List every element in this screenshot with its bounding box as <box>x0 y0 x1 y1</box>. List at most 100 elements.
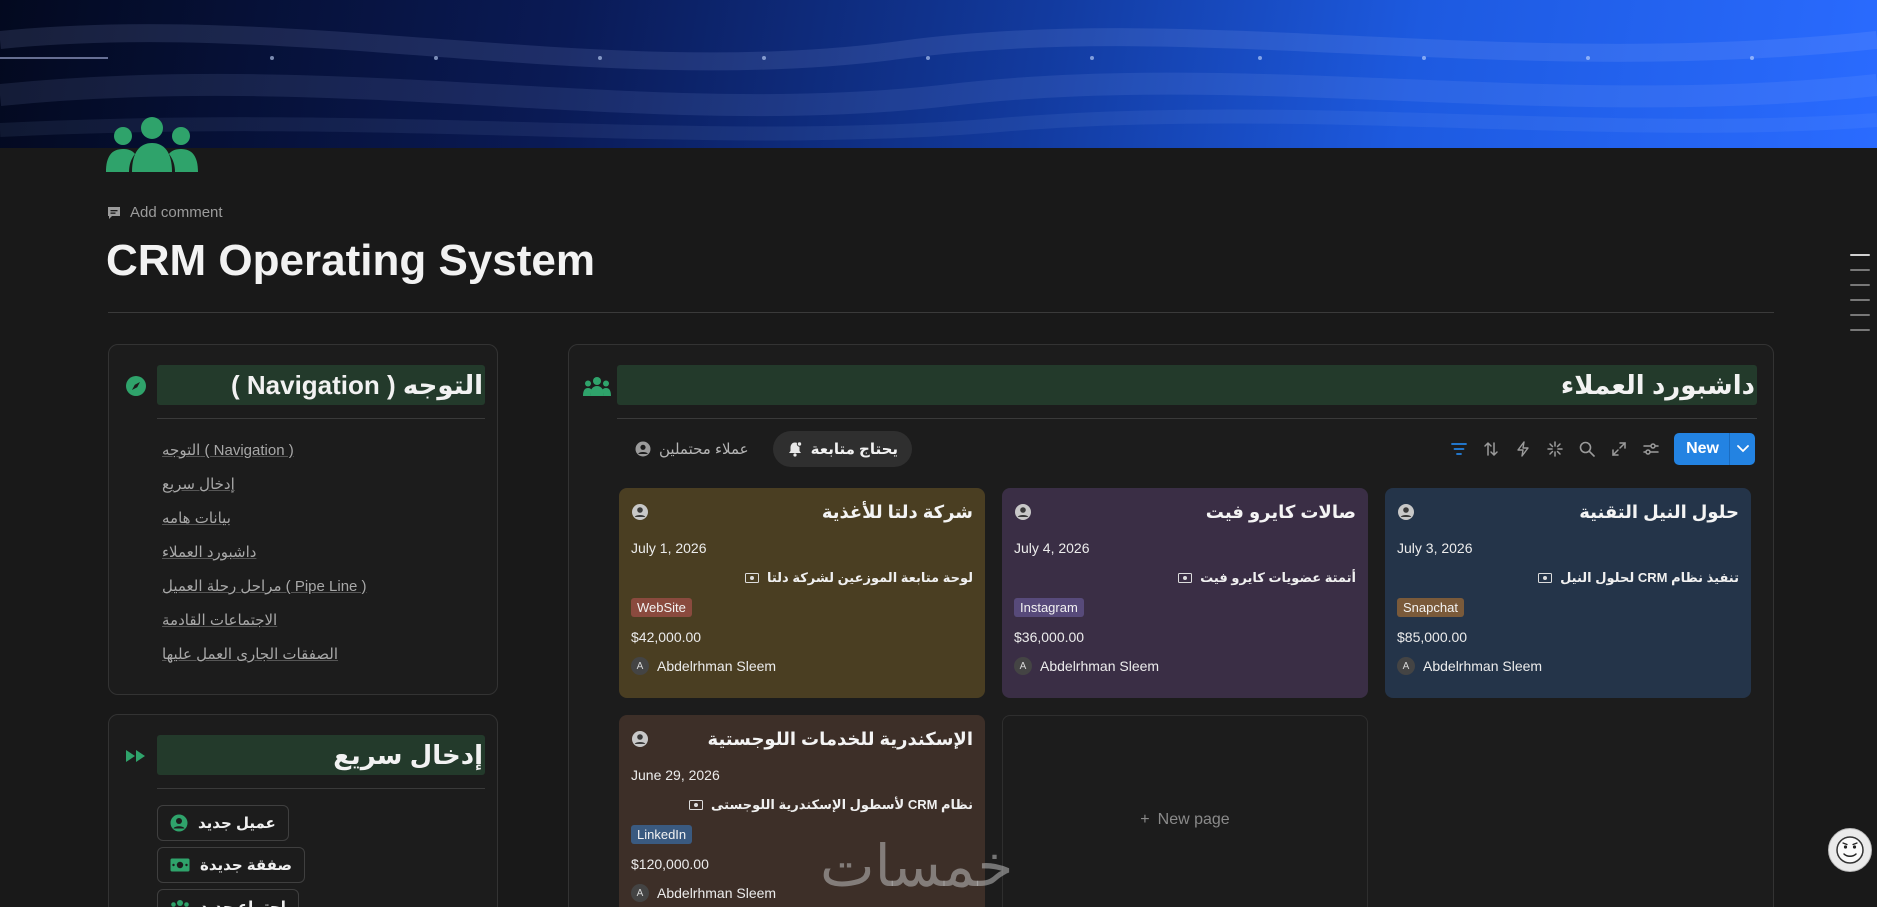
deal-source-tag: Instagram <box>1014 598 1084 617</box>
new-page-button[interactable]: + New page <box>1002 715 1368 907</box>
nav-link-important-data[interactable]: بيانات هامه <box>162 509 367 543</box>
people-group-small-icon <box>583 377 611 396</box>
person-circle-icon <box>1015 504 1031 520</box>
person-circle-icon <box>632 504 648 520</box>
automation-bolt-icon[interactable] <box>1514 440 1532 458</box>
money-icon <box>1538 573 1553 583</box>
deal-title: صالات كايرو فيت <box>1205 501 1356 522</box>
nav-link-quick-entry[interactable]: إدخال سريع <box>162 475 367 509</box>
expand-icon[interactable] <box>1610 440 1628 458</box>
money-icon <box>689 800 704 810</box>
deal-card[interactable]: شركة دلتا للأغذية July 1, 2026 لوحة متاب… <box>619 488 985 698</box>
new-meeting-button[interactable]: اجتماع جديد <box>157 889 299 907</box>
cover-banner <box>0 0 1877 148</box>
person-circle-icon <box>1398 504 1414 520</box>
deal-description: أتمتة عضويات كايرو فيت <box>1200 570 1356 585</box>
deal-title: شركة دلتا للأغذية <box>821 501 973 522</box>
new-deal-button[interactable]: صفقة جديدة <box>157 847 305 883</box>
new-record-button[interactable]: New <box>1674 433 1755 465</box>
navigation-links: التوجه ( Navigation ) إدخال سريع بيانات … <box>162 441 367 679</box>
people-icon <box>171 900 189 907</box>
nav-link-active-deals[interactable]: الصفقات الجارى العمل عليها <box>162 645 367 679</box>
new-deal-label: صفقة جديدة <box>200 857 292 874</box>
notion-page: Add comment CRM Operating System التوجه … <box>0 0 1877 907</box>
deal-date: July 1, 2026 <box>631 540 707 556</box>
page-outline[interactable] <box>1850 254 1870 344</box>
deal-owner: Abdelrhman Sleem <box>1040 658 1160 674</box>
new-client-label: عميل جديد <box>198 815 276 832</box>
ai-sparkle-icon[interactable] <box>1546 440 1564 458</box>
deal-title: حلول النيل التقنية <box>1579 501 1739 522</box>
nav-link-clients-dashboard[interactable]: داشبورد العملاء <box>162 543 367 577</box>
dashboard-heading[interactable]: داشبورد العملاء <box>617 365 1757 405</box>
database-toolbar: New <box>1450 433 1755 465</box>
quick-entry-buttons: عميل جديد صفقة جديدة اجتماع جديد <box>157 805 305 907</box>
settings-sliders-icon[interactable] <box>1642 440 1660 458</box>
deal-description: لوحة متابعة الموزعين لشركة دلتا <box>766 570 973 585</box>
navigation-callout: التوجه ( Navigation ) التوجه ( Navigatio… <box>108 344 498 695</box>
compass-icon <box>126 376 146 396</box>
sort-icon[interactable] <box>1482 440 1500 458</box>
deal-owner: Abdelrhman Sleem <box>657 885 777 901</box>
avatar: A <box>1397 657 1415 675</box>
title-divider <box>108 312 1774 313</box>
deal-description: تنفيذ نظام CRM لحلول النيل <box>1560 570 1739 585</box>
tab-potential-clients[interactable]: عملاء محتملين <box>621 431 763 467</box>
deal-date: July 4, 2026 <box>1014 540 1090 556</box>
page-title[interactable]: CRM Operating System <box>106 236 595 286</box>
avatar: A <box>631 657 649 675</box>
deal-amount: $42,000.00 <box>631 629 702 645</box>
person-circle-icon <box>170 814 188 832</box>
tab-potential-clients-label: عملاء محتملين <box>659 441 749 458</box>
comment-icon <box>108 206 120 219</box>
deal-description: نظام CRM لأسطول الإسكندرية اللوجستى <box>711 797 973 812</box>
avatar: A <box>631 884 649 902</box>
nav-link-upcoming-meetings[interactable]: الاجتماعات القادمة <box>162 611 367 645</box>
deal-amount: $85,000.00 <box>1397 629 1468 645</box>
deal-amount: $36,000.00 <box>1014 629 1085 645</box>
person-circle-icon <box>632 731 648 747</box>
person-circle-icon <box>635 441 651 457</box>
deal-card[interactable]: صالات كايرو فيت July 4, 2026 أتمتة عضويا… <box>1002 488 1368 698</box>
new-page-label: New page <box>1157 811 1230 828</box>
plus-icon: + <box>1140 811 1150 828</box>
chevron-down-icon[interactable] <box>1729 433 1755 465</box>
cover-waves <box>0 24 1877 141</box>
dashboard-divider <box>617 418 1757 419</box>
money-icon <box>1178 573 1193 583</box>
navigation-heading[interactable]: التوجه ( Navigation ) <box>157 365 485 405</box>
deal-date: June 29, 2026 <box>631 767 720 783</box>
new-record-label: New <box>1686 440 1719 457</box>
assistant-face-icon[interactable] <box>1828 828 1872 872</box>
tab-needs-followup[interactable]: يحتاج متابعة <box>772 431 913 467</box>
add-comment-label: Add comment <box>130 204 223 221</box>
filter-icon[interactable] <box>1450 440 1468 458</box>
add-comment-button[interactable]: Add comment <box>106 204 223 221</box>
deal-source-tag: WebSite <box>631 598 692 617</box>
deal-date: July 3, 2026 <box>1397 540 1473 556</box>
watermark: خمسات <box>820 834 1015 899</box>
deal-source-tag: Snapchat <box>1397 598 1464 617</box>
tab-needs-followup-label: يحتاج متابعة <box>810 441 899 458</box>
deal-card[interactable]: حلول النيل التقنية July 3, 2026 تنفيذ نظ… <box>1385 488 1751 698</box>
navigation-divider <box>157 418 485 419</box>
nav-link-navigation[interactable]: التوجه ( Navigation ) <box>162 441 367 475</box>
new-meeting-label: اجتماع جديد <box>200 898 286 907</box>
clients-dashboard-callout: داشبورد العملاء عملاء محتملين يحتاج متاب… <box>568 344 1774 907</box>
avatar: A <box>1014 657 1032 675</box>
deal-owner: Abdelrhman Sleem <box>657 658 777 674</box>
deal-owner: Abdelrhman Sleem <box>1423 658 1543 674</box>
nav-link-pipeline[interactable]: مراحل رحلة العميل ( Pipe Line ) <box>162 577 367 611</box>
deal-title: الإسكندرية للخدمات اللوجستية <box>707 728 973 749</box>
money-icon <box>744 573 759 583</box>
bell-icon <box>788 441 802 457</box>
quick-entry-heading[interactable]: إدخال سريع <box>157 735 485 775</box>
search-icon[interactable] <box>1578 440 1596 458</box>
new-client-button[interactable]: عميل جديد <box>157 805 289 841</box>
fast-forward-icon <box>126 750 145 762</box>
deal-source-tag: LinkedIn <box>631 825 693 844</box>
quick-entry-callout: إدخال سريع عميل جديد صفقة جديدة <box>108 714 498 907</box>
view-tabs: عملاء محتملين يحتاج متابعة <box>621 431 913 467</box>
quick-entry-divider <box>157 788 485 789</box>
people-group-icon[interactable] <box>106 116 198 172</box>
